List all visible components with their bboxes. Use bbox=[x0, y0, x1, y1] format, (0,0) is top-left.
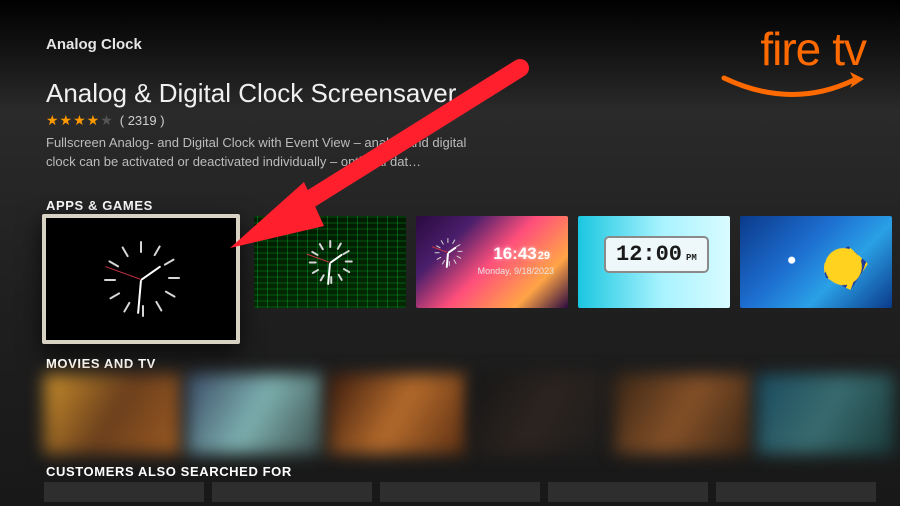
app-tile-aquarium[interactable] bbox=[740, 216, 892, 308]
customer-tile[interactable] bbox=[212, 482, 372, 502]
customer-tile[interactable] bbox=[380, 482, 540, 502]
app-tile-matrix-clock[interactable] bbox=[254, 216, 406, 308]
movie-tile[interactable] bbox=[757, 374, 894, 454]
matrix-clock-icon bbox=[254, 216, 406, 308]
lcd-hour: 12: bbox=[616, 242, 656, 267]
customer-tile[interactable] bbox=[716, 482, 876, 502]
jellyfish-clock-icon: 16:4329 Monday, 9/18/2023 bbox=[416, 216, 568, 308]
app-tile-lcd-clock[interactable]: 12:00 PM bbox=[578, 216, 730, 308]
star-icons: ★★★★★ bbox=[46, 112, 114, 129]
customer-tile[interactable] bbox=[44, 482, 204, 502]
section-customers-label: CUSTOMERS ALSO SEARCHED FOR bbox=[46, 464, 292, 479]
digital-time: 16:4329 bbox=[493, 244, 550, 264]
rating-row: ★★★★★ ( 2319 ) bbox=[46, 112, 165, 129]
firetv-word-tv: tv bbox=[832, 23, 866, 75]
app-description: Fullscreen Analog- and Digital Clock wit… bbox=[46, 134, 476, 172]
customer-tile[interactable] bbox=[548, 482, 708, 502]
smile-arrow-icon bbox=[716, 72, 866, 102]
apps-row[interactable]: 16:4329 Monday, 9/18/2023 12:00 PM bbox=[42, 216, 900, 344]
lcd-min: 00 bbox=[656, 242, 682, 267]
section-movies-label: MOVIES AND TV bbox=[46, 356, 156, 371]
breadcrumb: Analog Clock bbox=[46, 36, 142, 53]
app-tile-jellyfish-clock[interactable]: 16:4329 Monday, 9/18/2023 bbox=[416, 216, 568, 308]
firetv-logo: firetv bbox=[716, 28, 866, 102]
app-title: Analog & Digital Clock Screensaver bbox=[46, 78, 456, 109]
rating-count: ( 2319 ) bbox=[120, 113, 165, 128]
customers-row[interactable] bbox=[44, 482, 900, 502]
analog-clock-icon bbox=[46, 218, 236, 340]
digital-date: Monday, 9/18/2023 bbox=[478, 266, 554, 276]
movies-row[interactable] bbox=[44, 374, 900, 454]
movie-tile[interactable] bbox=[187, 374, 324, 454]
firetv-word-fire: fire bbox=[760, 23, 820, 75]
aquarium-icon bbox=[740, 216, 892, 308]
app-tile-analog-clock[interactable] bbox=[42, 214, 240, 344]
section-apps-games-label: APPS & GAMES bbox=[46, 198, 153, 213]
lcd-ampm: PM bbox=[686, 253, 697, 263]
movie-tile[interactable] bbox=[329, 374, 466, 454]
movie-tile[interactable] bbox=[472, 374, 609, 454]
movie-tile[interactable] bbox=[615, 374, 752, 454]
movie-tile[interactable] bbox=[44, 374, 181, 454]
lcd-clock-icon: 12:00 PM bbox=[578, 216, 730, 308]
